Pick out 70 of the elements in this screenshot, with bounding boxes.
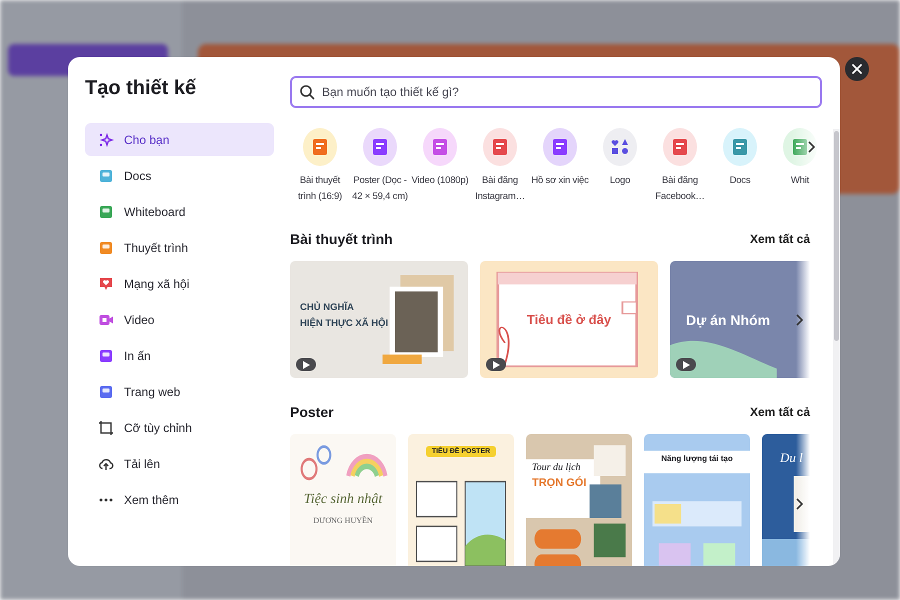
sidebar-item[interactable]: In ấn [85,339,274,372]
template-card[interactable]: Tiêu đề ở đây [480,261,658,378]
play-icon [676,358,696,371]
design-type-button[interactable]: Video (1080p) [410,128,470,205]
design-type-button[interactable]: Poster (Dọc - 42 × 59,4 cm) [350,128,410,205]
design-type-icon [663,128,697,166]
sidebar-item[interactable]: Whiteboard [85,195,274,228]
template-card[interactable]: Dự án Nhóm [670,261,810,378]
design-type-icon [423,128,457,166]
design-type-button[interactable]: Whit [770,128,822,205]
print-icon [98,348,114,364]
custom-icon [98,420,114,436]
template-title: Tiêu đề ở đây [526,312,612,327]
sidebar-item[interactable]: Xem thêm [85,483,274,516]
dialog-title: Tạo thiết kế [85,77,198,101]
design-type-icon [363,128,397,166]
sparkle-icon [98,132,114,148]
design-type-icon [483,128,517,166]
presentation-icon [98,240,114,256]
template-card[interactable]: Tiệc sinh nhật DƯƠNG HUYỀN [290,434,396,566]
sidebar-item[interactable]: Cho bạn [85,123,274,156]
design-type-icon [783,128,817,166]
template-title: HIỆN THỰC XÃ HỘI [300,316,390,330]
design-type-icon [303,128,337,166]
web-icon [98,384,114,400]
section-title: Bài thuyết trình [290,231,393,247]
design-type-button[interactable]: Bài đăng Facebook… [650,128,710,205]
whiteboard-icon [98,204,114,220]
design-type-icon [603,128,637,166]
chevron-right-icon [807,141,815,153]
template-title: Tour du lịch [532,462,582,473]
play-icon [296,358,316,371]
template-title: Tiệc sinh nhật [304,492,382,508]
see-all-link[interactable]: Xem tất cả [750,405,810,419]
social-icon [98,276,114,292]
template-title: CHỦ NGHĨA [300,300,355,314]
search-field[interactable]: Bạn muốn tạo thiết kế gì? [290,76,822,108]
template-title: TRỌN GÓI [532,477,588,489]
chevron-right-icon [795,498,803,510]
design-type-icon [543,128,577,166]
design-type-icon [723,128,757,166]
search-icon [299,84,315,100]
chevron-right-icon [795,314,803,326]
template-card[interactable]: CHỦ NGHĨA HIỆN THỰC XÃ HỘI [290,261,468,378]
template-title: DƯƠNG HUYỀN [313,516,373,525]
design-type-button[interactable]: Bài đăng Instagram… [470,128,530,205]
design-type-button[interactable]: Hồ sơ xin việc [530,128,590,205]
more-icon [98,498,114,502]
docs-icon [98,168,114,184]
section-title: Poster [290,404,334,420]
template-title: Dự án Nhóm [686,312,770,328]
scrollbar[interactable] [833,129,840,566]
template-title: Du l [780,450,804,466]
sidebar-item[interactable]: Thuyết trình [85,231,274,264]
sidebar-item[interactable]: Tải lên [85,447,274,480]
design-type-button[interactable]: Logo [590,128,650,205]
play-icon [486,358,506,371]
sidebar-item[interactable]: Video [85,303,274,336]
template-card[interactable]: Du l [762,434,810,566]
sidebar-item[interactable]: Trang web [85,375,274,408]
design-type-button[interactable]: Bài thuyết trình (16:9) [290,128,350,205]
close-icon [851,63,863,75]
design-type-button[interactable]: Docs [710,128,770,205]
template-card[interactable]: Năng lượng tái tạo [644,434,750,566]
sidebar-item[interactable]: Docs [85,159,274,192]
sidebar-item[interactable]: Mạng xã hội [85,267,274,300]
template-title: Năng lượng tái tạo [661,454,733,463]
sidebar-item[interactable]: Cỡ tùy chỉnh [85,411,274,444]
see-all-link[interactable]: Xem tất cả [750,232,810,246]
template-card[interactable]: Tour du lịch TRỌN GÓI [526,434,632,566]
